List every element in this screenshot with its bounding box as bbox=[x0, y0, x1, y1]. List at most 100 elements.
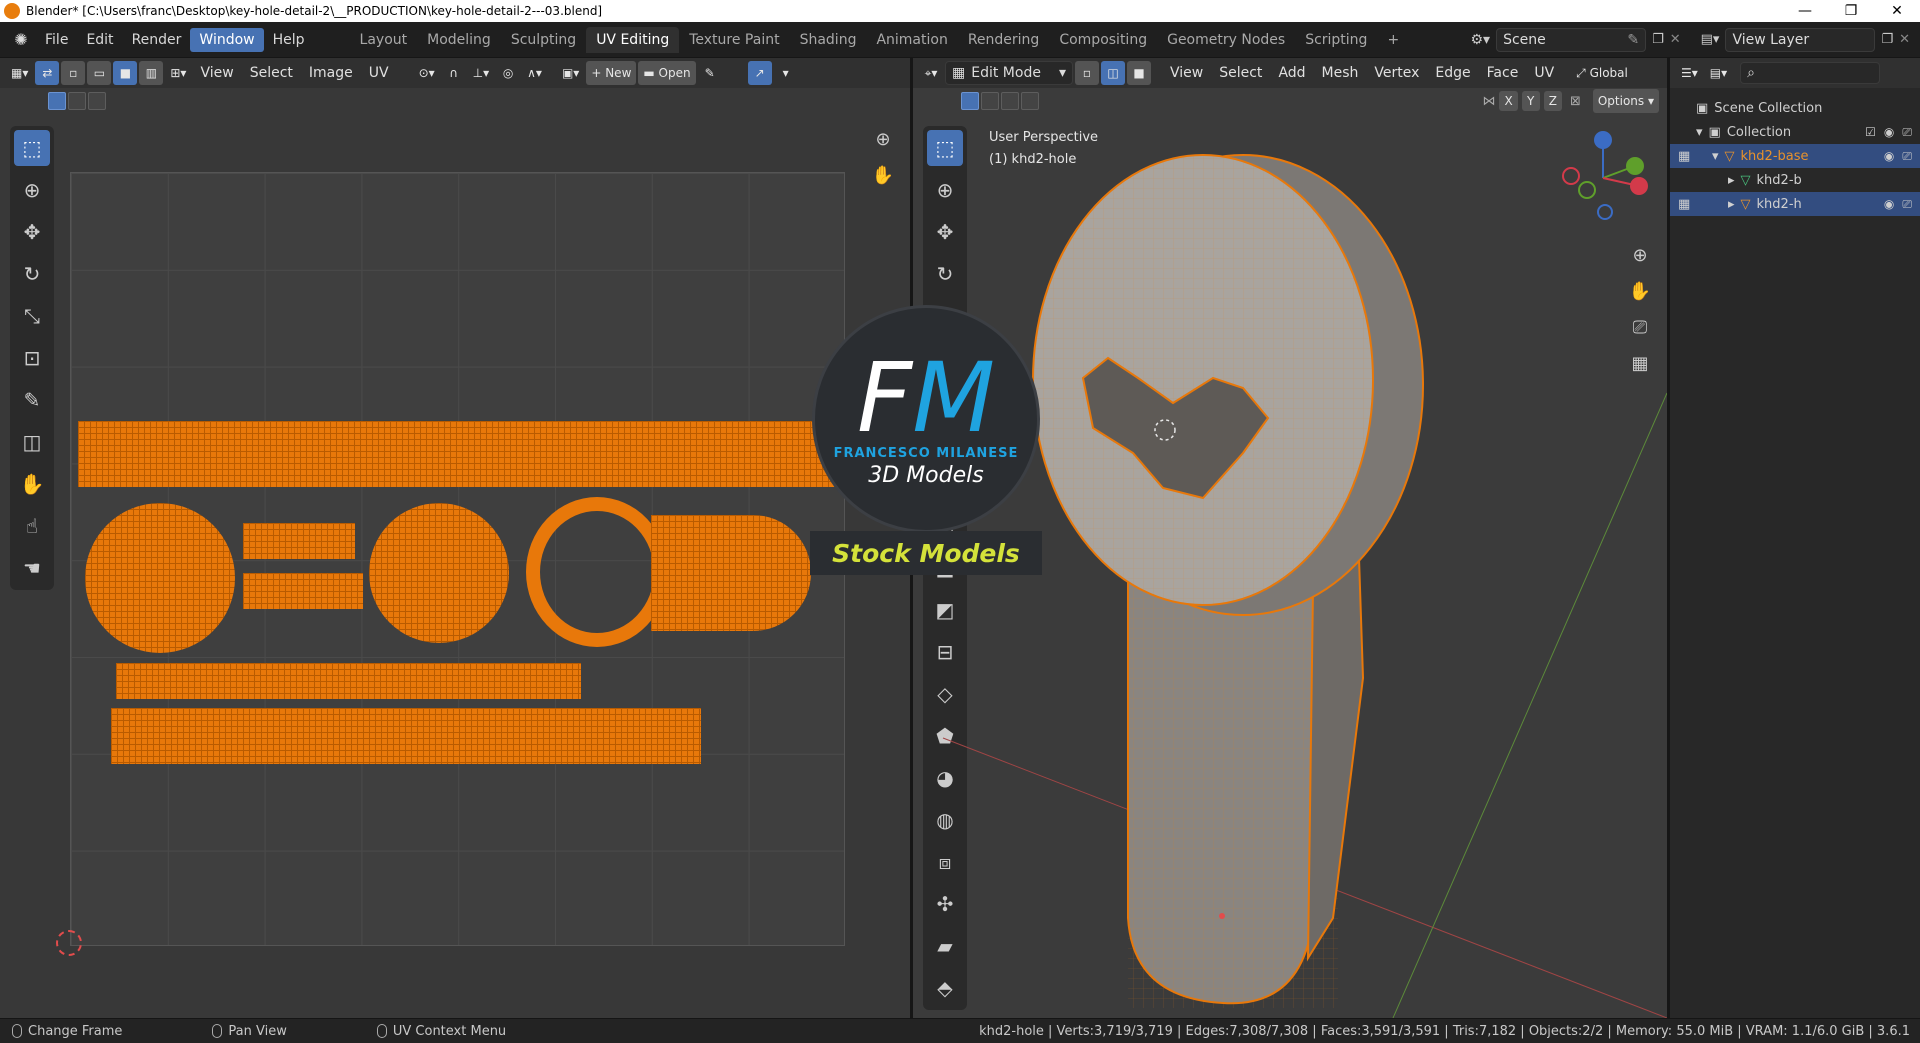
select-island-icon[interactable]: ▥ bbox=[139, 61, 164, 85]
uv-island-keyhole-disc[interactable] bbox=[85, 503, 235, 653]
image-browse-icon[interactable]: ▣▾ bbox=[557, 61, 584, 85]
outliner-row-khd2-b[interactable]: ▸ ▽ khd2-b bbox=[1670, 168, 1920, 192]
gizmo-x-icon[interactable] bbox=[1630, 177, 1648, 195]
pin-icon[interactable]: ✎ bbox=[1627, 32, 1639, 48]
menu-window[interactable]: Window bbox=[190, 27, 264, 52]
restore-button[interactable]: ❐ bbox=[1828, 3, 1874, 19]
select-mode-new-icon[interactable] bbox=[48, 92, 66, 110]
outliner-row-collection[interactable]: ▾ ▣ Collection ☑ ◉ ⎚ bbox=[1670, 120, 1920, 144]
uv-island-slot-a[interactable] bbox=[243, 523, 355, 559]
perspective-toggle-icon[interactable]: ▦ bbox=[1625, 348, 1655, 378]
cursor-tool-icon[interactable]: ⊕ bbox=[14, 172, 50, 208]
sticky-select-icon[interactable]: ⊞▾ bbox=[165, 61, 191, 85]
display-mode-icon[interactable]: ▤▾ bbox=[1705, 61, 1732, 85]
blender-logo-icon[interactable]: ✺ bbox=[6, 30, 36, 49]
menu-help[interactable]: Help bbox=[264, 28, 314, 52]
close-window-button[interactable]: ✕ bbox=[1874, 3, 1920, 19]
outliner-search-input[interactable]: ⌕ bbox=[1740, 62, 1881, 84]
uv-sync-icon[interactable]: ⇄ bbox=[35, 61, 60, 85]
scale-tool-icon[interactable]: ⤡ bbox=[14, 298, 50, 334]
viewport-zoom-icon[interactable]: ⊕ bbox=[1625, 240, 1655, 270]
uv-island-strip-bottom[interactable] bbox=[111, 708, 701, 764]
grab-tool-icon[interactable]: ✋ bbox=[14, 466, 50, 502]
snap-icon[interactable]: ∩ bbox=[442, 61, 466, 85]
uv-zoom-icon[interactable]: ⊕ bbox=[868, 124, 898, 154]
new-view-layer-icon[interactable]: ❐ bbox=[1881, 32, 1893, 47]
uv-island-capsule[interactable] bbox=[651, 515, 811, 631]
outliner-row-khd2-h[interactable]: ▦ ▸ ▽ khd2-h ◉ ⎚ bbox=[1670, 192, 1920, 216]
expand-icon[interactable]: ▾ bbox=[1712, 149, 1719, 164]
uv-menu-uv[interactable]: UV bbox=[362, 65, 396, 81]
transform-tool-icon[interactable]: ⊡ bbox=[14, 340, 50, 376]
overlay-dropdown-icon[interactable]: ▾ bbox=[774, 61, 798, 85]
gizmo-neg-x-icon[interactable] bbox=[1562, 167, 1580, 185]
gizmo-z-icon[interactable] bbox=[1594, 131, 1612, 149]
exclude-checkbox[interactable]: ☑ bbox=[1865, 125, 1876, 140]
new-image-button[interactable]: + New bbox=[586, 61, 637, 85]
tab-compositing[interactable]: Compositing bbox=[1049, 27, 1157, 53]
expand-icon[interactable]: ▸ bbox=[1728, 197, 1735, 212]
uv-island-sphere[interactable] bbox=[369, 503, 509, 643]
outliner-row-khd2-base[interactable]: ▦ ▾ ▽ khd2-base ◉ ⎚ bbox=[1670, 144, 1920, 168]
edit-mode-icon[interactable]: ▦ bbox=[1678, 197, 1690, 212]
pin-image-icon[interactable]: ✎ bbox=[698, 61, 722, 85]
add-workspace-button[interactable]: + bbox=[1377, 27, 1409, 53]
annotate-tool-icon[interactable]: ✎ bbox=[14, 382, 50, 418]
2d-cursor-icon[interactable] bbox=[56, 930, 82, 956]
tab-texture-paint[interactable]: Texture Paint bbox=[679, 27, 789, 53]
new-scene-icon[interactable]: ❐ bbox=[1652, 32, 1664, 47]
view-layer-selector[interactable]: View Layer bbox=[1725, 27, 1876, 52]
select-vertex-icon[interactable]: ▫ bbox=[61, 61, 86, 85]
uv-menu-select[interactable]: Select bbox=[243, 65, 300, 81]
collection-expand-icon[interactable]: ▾ bbox=[1696, 125, 1703, 140]
navigation-gizmo[interactable] bbox=[1553, 128, 1653, 228]
select-face-icon[interactable]: ■ bbox=[113, 61, 138, 85]
rotate-tool-icon[interactable]: ↻ bbox=[14, 256, 50, 292]
uv-island-strip-top[interactable] bbox=[78, 421, 838, 487]
menu-edit[interactable]: Edit bbox=[77, 28, 122, 52]
select-mode-subtract-icon[interactable] bbox=[88, 92, 106, 110]
visibility-eye-icon[interactable]: ◉ bbox=[1884, 149, 1894, 164]
tab-uv-editing[interactable]: UV Editing bbox=[586, 26, 680, 53]
editor-type-icon[interactable]: ▦▾ bbox=[6, 61, 33, 85]
relax-tool-icon[interactable]: ☝ bbox=[14, 508, 50, 544]
proportional-edit-icon[interactable]: ◎ bbox=[496, 61, 520, 85]
tab-geometry-nodes[interactable]: Geometry Nodes bbox=[1157, 27, 1295, 53]
menu-render[interactable]: Render bbox=[123, 28, 191, 52]
uv-island-slot-b[interactable] bbox=[243, 573, 363, 609]
menu-file[interactable]: File bbox=[36, 28, 77, 52]
falloff-icon[interactable]: ∧▾ bbox=[522, 61, 547, 85]
gizmo-neg-z-icon[interactable] bbox=[1597, 204, 1613, 220]
outliner-row-scene-collection[interactable]: ▣ Scene Collection bbox=[1670, 96, 1920, 120]
delete-scene-icon[interactable]: ✕ bbox=[1670, 32, 1681, 47]
rip-tool-icon[interactable]: ◫ bbox=[14, 424, 50, 460]
delete-view-layer-icon[interactable]: ✕ bbox=[1899, 32, 1910, 47]
tab-layout[interactable]: Layout bbox=[350, 27, 418, 53]
visibility-eye-icon[interactable]: ◉ bbox=[1884, 197, 1894, 212]
uv-editor[interactable]: ▦▾ ⇄ ▫ ▭ ■ ▥ ⊞▾ View Select Image UV ⊙▾ … bbox=[0, 58, 910, 1018]
move-tool-icon[interactable]: ✥ bbox=[14, 214, 50, 250]
uv-island-strip-mid[interactable] bbox=[116, 663, 581, 699]
camera-view-icon[interactable]: ⎚ bbox=[1625, 312, 1655, 342]
minimize-button[interactable]: — bbox=[1782, 3, 1828, 19]
open-image-button[interactable]: ▬ Open bbox=[638, 61, 696, 85]
tab-sculpting[interactable]: Sculpting bbox=[501, 27, 586, 53]
select-box-tool-icon[interactable]: ⬚ bbox=[14, 130, 50, 166]
tab-modeling[interactable]: Modeling bbox=[417, 27, 501, 53]
scene-icon[interactable]: ⚙▾ bbox=[1470, 32, 1490, 48]
render-camera-icon[interactable]: ⎚ bbox=[1902, 197, 1912, 212]
tab-shading[interactable]: Shading bbox=[790, 27, 867, 53]
edit-mode-icon[interactable]: ▦ bbox=[1678, 149, 1690, 164]
snap-target-icon[interactable]: ⊥▾ bbox=[468, 61, 494, 85]
uv-grid[interactable] bbox=[70, 172, 845, 946]
tab-animation[interactable]: Animation bbox=[866, 27, 957, 53]
expand-icon[interactable]: ▸ bbox=[1728, 173, 1735, 188]
uv-island-ring[interactable] bbox=[526, 497, 668, 647]
visibility-eye-icon[interactable]: ◉ bbox=[1884, 125, 1894, 140]
render-camera-icon[interactable]: ⎚ bbox=[1902, 125, 1912, 140]
outliner[interactable]: ☰▾ ▤▾ ⌕ ▣ Scene Collection ▾ ▣ Collectio… bbox=[1670, 58, 1920, 1018]
tab-rendering[interactable]: Rendering bbox=[958, 27, 1050, 53]
gizmo-neg-y-icon[interactable] bbox=[1578, 181, 1596, 199]
select-mode-extend-icon[interactable] bbox=[68, 92, 86, 110]
tab-scripting[interactable]: Scripting bbox=[1295, 27, 1377, 53]
